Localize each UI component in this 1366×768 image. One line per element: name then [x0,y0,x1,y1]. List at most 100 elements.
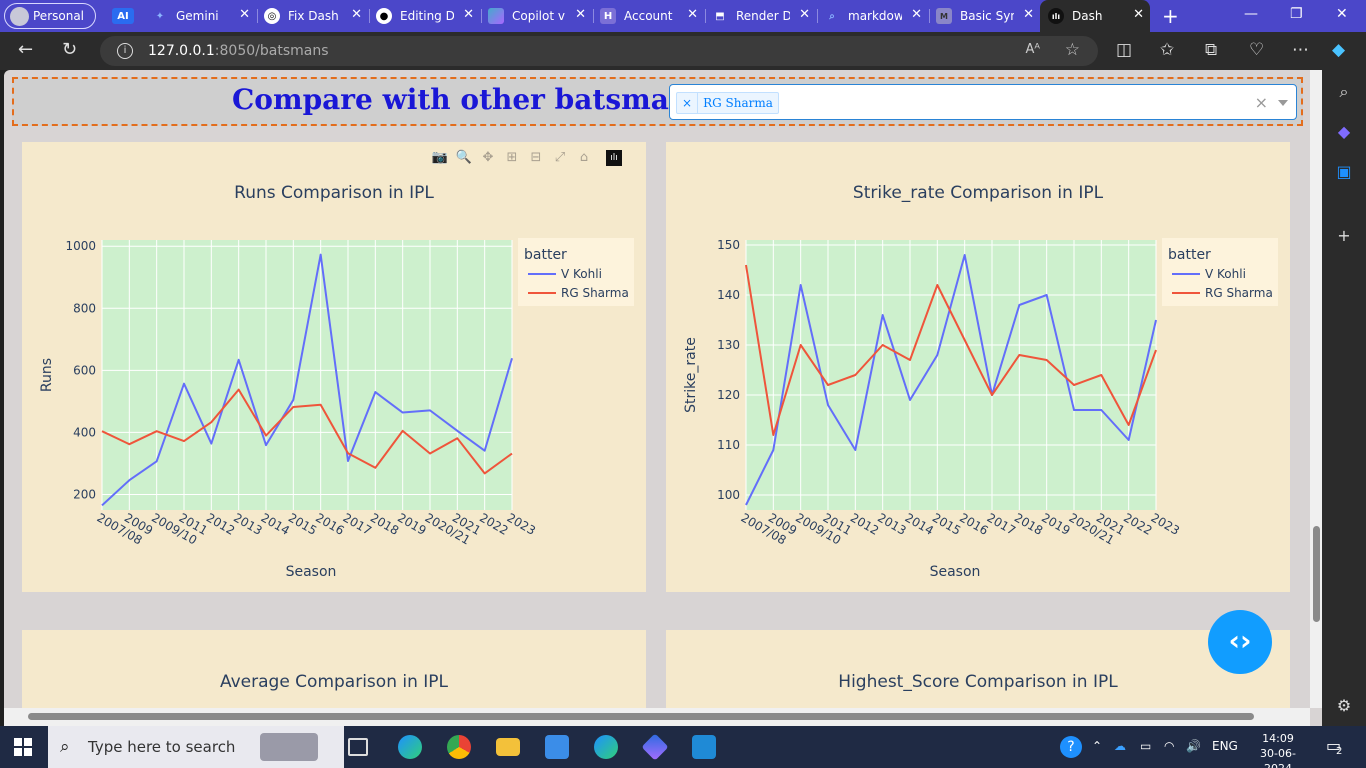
plotly-logo-icon[interactable]: ılı [606,150,622,166]
tab-markdown[interactable]: ⌕ markdow ✕ [824,3,928,29]
read-aloud-icon[interactable]: Aᴬ [1026,42,1041,57]
tab-render[interactable]: ⬒ Render D ✕ [712,3,816,29]
close-tab-icon[interactable]: ✕ [1133,7,1144,22]
dash-debug-button[interactable]: ‹› [1208,610,1272,674]
edge-active-icon[interactable] [594,735,618,759]
vscode-icon[interactable] [692,735,716,759]
taskbar-search[interactable]: ⌕ Type here to search [48,726,344,768]
close-tab-icon[interactable]: ✕ [351,7,362,22]
tab-copilot[interactable]: Copilot v ✕ [488,3,592,29]
copilot-sidebar-icon[interactable]: ◆ [1332,40,1345,60]
taskbar-clock[interactable]: 14:09 30-06-2024 [1252,731,1304,768]
tab-gemini[interactable]: ✦ Gemini ✕ [152,3,256,29]
split-screen-icon[interactable]: ◫ [1116,40,1132,60]
y-tick-label: 200 [73,487,96,501]
camera-icon[interactable]: 📷 [430,148,450,168]
tab-account[interactable]: H Account ✕ [600,3,704,29]
close-tab-icon[interactable]: ✕ [575,7,586,22]
autoscale-icon[interactable]: ⤢ [550,148,570,168]
restore-icon[interactable]: ❐ [1290,6,1303,22]
battery-icon[interactable]: ▭ [1140,739,1151,753]
copilot-app-icon[interactable] [641,733,669,761]
reset-axes-icon[interactable]: ⌂ [574,148,594,168]
vertical-scrollbar[interactable] [1310,70,1322,708]
dropdown-arrow-icon[interactable] [1278,100,1288,106]
chart-title: Strike_rate Comparison in IPL [853,183,1104,203]
wifi-icon[interactable]: ◠ [1164,739,1174,753]
y-tick-label: 150 [717,238,740,252]
close-tab-icon[interactable]: ✕ [1023,7,1034,22]
vertical-scroll-thumb[interactable] [1313,526,1320,622]
info-icon[interactable]: i [117,43,133,59]
task-view-icon[interactable] [348,738,368,756]
tab-dash[interactable]: ılı Dash ✕ [1040,0,1150,32]
tab-basic-syntax[interactable]: M Basic Syn ✕ [936,3,1040,29]
zoom-out-icon[interactable]: ⊟ [526,148,546,168]
collections-icon[interactable]: ⧉ [1205,40,1217,60]
close-window-icon[interactable]: ✕ [1336,6,1348,22]
windows-taskbar: ⌕ Type here to search ? ⌃ ☁ ▭ ◠ 🔊 ENG 14… [0,726,1366,768]
refresh-icon[interactable]: ↻ [62,39,77,60]
x-tick-label: 2023 [505,510,538,537]
y-axis-label: Strike_rate [683,337,699,413]
url-host: 127.0.0.1 [148,43,215,59]
x-tick-label: 2012 [848,510,881,537]
page-title: Compare with other batsman: [232,83,700,116]
zoom-icon[interactable]: 🔍 [454,148,474,168]
chrome-icon[interactable] [447,735,471,759]
clock-time: 14:09 [1262,732,1294,745]
new-tab-icon[interactable]: + [1162,4,1179,28]
copilot-app-icon[interactable]: ◆ [1334,122,1354,142]
tab-label: Dash [1072,9,1103,23]
settings-gear-icon[interactable]: ⚙ [1334,696,1354,716]
search-placeholder: Type here to search [88,738,236,756]
horizontal-scrollbar[interactable] [4,708,1310,726]
profile-button[interactable]: Personal [4,3,96,29]
clear-selection-icon[interactable]: × [1255,93,1268,112]
x-tick-label: 2022 [1121,510,1154,537]
horizontal-scroll-thumb[interactable] [28,713,1254,720]
store-icon[interactable] [545,735,569,759]
zoom-in-icon[interactable]: ⊞ [502,148,522,168]
more-menu-icon[interactable]: ⋯ [1292,40,1309,60]
y-tick-label: 100 [717,488,740,502]
close-tab-icon[interactable]: ✕ [239,7,250,22]
batsman-dropdown[interactable]: × RG Sharma × [669,84,1297,120]
close-tab-icon[interactable]: ✕ [463,7,474,22]
x-tick-label: 2023 [1149,510,1182,537]
close-tab-icon[interactable]: ✕ [687,7,698,22]
close-tab-icon[interactable]: ✕ [799,7,810,22]
address-bar[interactable]: i 127.0.0.1:8050/batsmans Aᴬ ☆ [100,36,1098,66]
outlook-icon[interactable]: ▣ [1334,162,1354,182]
windows-start-icon[interactable] [14,738,32,756]
tab-ai[interactable]: AI [112,3,140,29]
chip-label: RG Sharma [703,96,773,110]
y-axis-label: Runs [39,358,55,392]
x-tick-label: 2013 [231,510,264,537]
pan-icon[interactable]: ✥ [478,148,498,168]
onedrive-icon[interactable]: ☁ [1114,739,1126,753]
tab-strip: Personal AI ✦ Gemini ✕ ◎ Fix Dash ✕ ● Ed… [0,0,1366,32]
back-icon[interactable]: ← [18,39,33,60]
account-icon: H [600,8,616,24]
edge-icon[interactable] [398,735,422,759]
file-explorer-icon[interactable] [496,738,520,756]
tab-label: Fix Dash [288,9,339,23]
search-icon[interactable]: ⌕ [1334,82,1354,102]
browser-essentials-icon[interactable]: ♡ [1249,40,1264,60]
show-hidden-icons-icon[interactable]: ⌃ [1092,739,1102,753]
x-tick-label: 2015 [286,510,319,537]
favorite-star-icon[interactable]: ☆ [1065,40,1080,60]
volume-icon[interactable]: 🔊 [1186,739,1201,753]
add-app-icon[interactable]: + [1334,226,1354,246]
close-tab-icon[interactable]: ✕ [911,7,922,22]
tab-label: Copilot v [512,9,565,23]
minimize-icon[interactable]: — [1244,6,1258,22]
tab-fix-dash[interactable]: ◎ Fix Dash ✕ [264,3,368,29]
tab-editing[interactable]: ● Editing D ✕ [376,3,480,29]
help-icon[interactable]: ? [1060,736,1082,758]
favorites-icon[interactable]: ✩ [1160,40,1174,60]
language-indicator[interactable]: ENG [1212,739,1238,753]
remove-chip-icon[interactable]: × [677,93,699,113]
highest-score-chart-title: Highest_Score Comparison in IPL [838,672,1118,692]
